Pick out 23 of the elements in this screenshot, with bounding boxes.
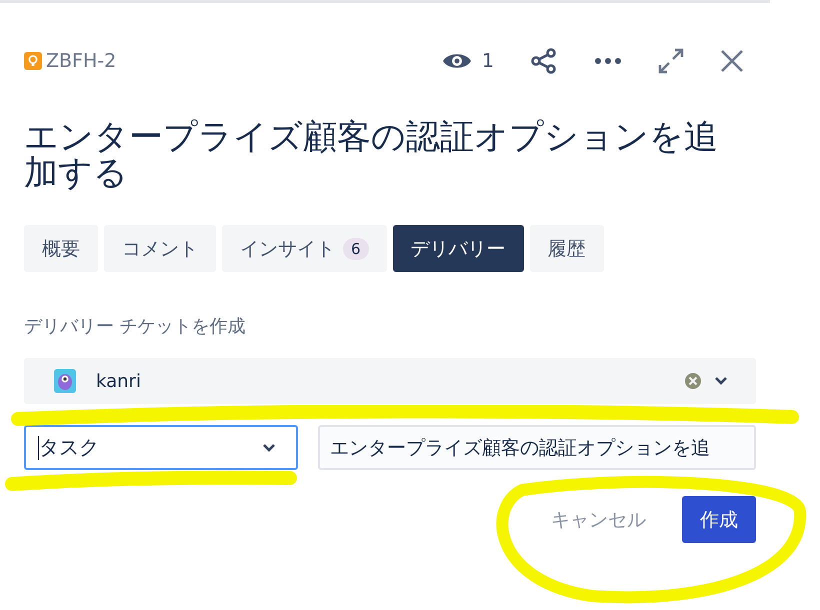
- issue-key[interactable]: ZBFH-2: [46, 50, 116, 72]
- share-icon[interactable]: [530, 47, 558, 75]
- section-heading: デリバリー チケットを作成: [24, 315, 247, 338]
- tab[interactable]: インサイト 6: [222, 225, 387, 272]
- count-badge: 6: [343, 238, 369, 260]
- clear-icon[interactable]: [684, 372, 702, 390]
- expand-icon[interactable]: [658, 48, 684, 74]
- project-select[interactable]: kanri: [24, 358, 756, 404]
- tab[interactable]: コメント: [104, 225, 216, 272]
- watchers-button[interactable]: 1: [442, 50, 494, 72]
- issue-title: エンタープライズ顧客の認証オプションを追加する: [24, 119, 719, 191]
- issue-type-select[interactable]: タスク: [24, 425, 298, 470]
- chevron-down-icon: [262, 442, 276, 452]
- project-avatar-icon: [54, 369, 76, 393]
- close-icon[interactable]: [720, 49, 744, 73]
- create-button[interactable]: 作成: [682, 496, 756, 543]
- lightbulb-icon: [24, 52, 42, 70]
- summary-field[interactable]: エンタープライズ顧客の認証オプションを追: [318, 425, 756, 470]
- tab[interactable]: デリバリー: [392, 225, 524, 272]
- tab[interactable]: 履歴: [530, 225, 604, 272]
- more-icon[interactable]: [594, 57, 622, 65]
- tab[interactable]: 概要: [24, 225, 98, 272]
- chevron-down-icon[interactable]: [714, 376, 728, 386]
